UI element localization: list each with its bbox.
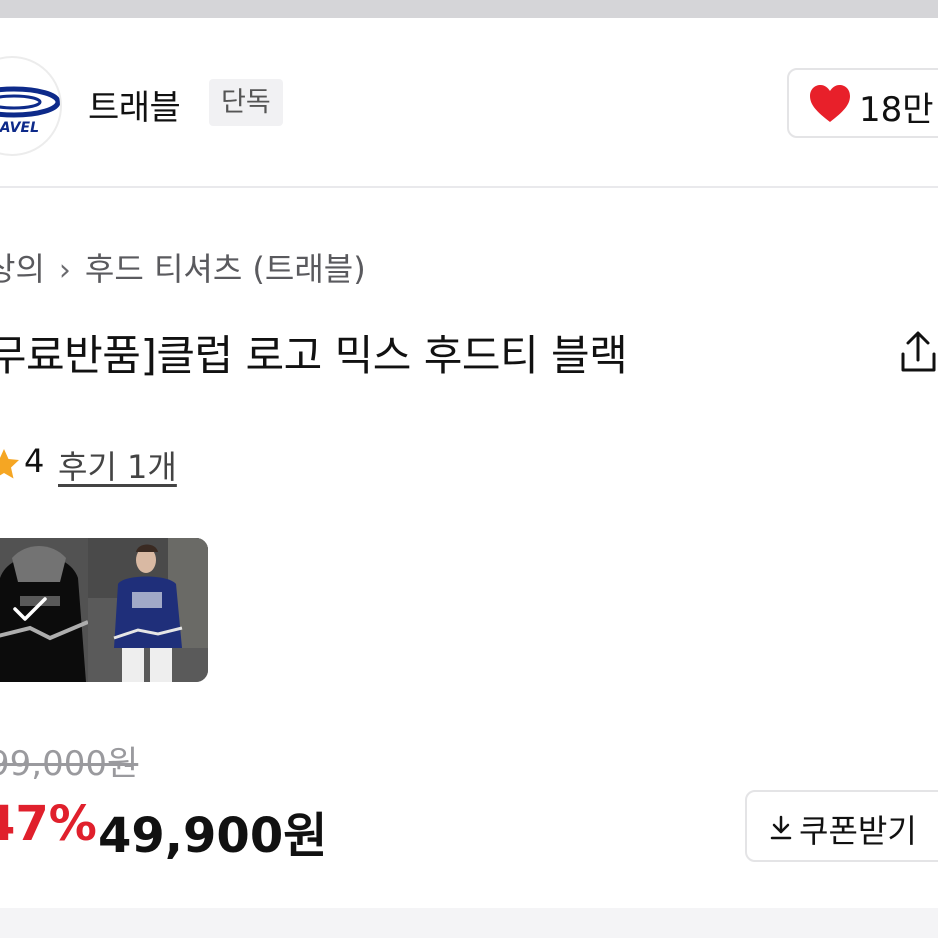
brand-logo-text: RAVEL — [0, 120, 39, 136]
brand-header: RAVEL 트래블 단독 18만 — [0, 18, 938, 188]
original-price: 99,000원 — [0, 744, 139, 784]
check-icon — [13, 597, 47, 621]
breadcrumb-current[interactable]: 후드 티셔츠 (트래블) — [85, 250, 366, 288]
chevron-right-icon: › — [58, 253, 71, 288]
thumbnail-black-hoodie[interactable] — [0, 538, 88, 682]
model-image — [88, 538, 208, 682]
review-link[interactable]: 후기 1개 — [58, 442, 177, 488]
breadcrumb: 상의 › 후드 티셔츠 (트래블) — [0, 244, 366, 290]
coupon-label: 쿠폰받기 — [799, 812, 917, 850]
coupon-download-button[interactable]: 쿠폰받기 — [745, 790, 938, 862]
section-divider — [0, 186, 938, 188]
star-icon — [0, 449, 19, 479]
exclusive-badge: 단독 — [209, 79, 283, 126]
brand-logo-icon: RAVEL — [0, 86, 60, 136]
top-status-strip — [0, 0, 938, 18]
rating-score: 4 — [24, 442, 45, 480]
product-title: [무료반품]클럽 로고 믹스 후드티 블랙 — [0, 331, 628, 380]
breadcrumb-parent[interactable]: 상의 — [0, 250, 45, 288]
discount-rate: 47% — [0, 796, 97, 852]
download-icon — [770, 815, 792, 840]
brand-logo[interactable]: RAVEL — [0, 56, 62, 156]
share-icon[interactable] — [898, 330, 938, 374]
sale-price: 49,900원 — [98, 808, 328, 864]
bottom-section-background — [0, 908, 938, 938]
heart-icon — [810, 85, 850, 122]
thumbnail-model-navy-hoodie[interactable] — [88, 538, 208, 682]
like-count: 18만 — [859, 90, 934, 130]
brand-like-button[interactable]: 18만 — [787, 68, 938, 138]
brand-name[interactable]: 트래블 — [88, 80, 181, 129]
